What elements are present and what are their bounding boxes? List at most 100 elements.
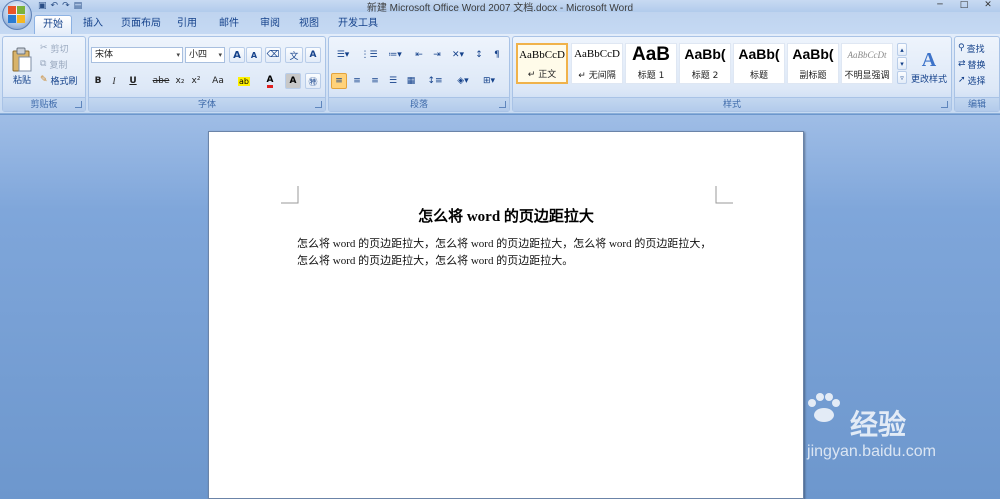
- tab-mailings[interactable]: 邮件: [214, 15, 244, 34]
- close-button[interactable]: ✕: [976, 0, 1000, 12]
- style-name: 副标题: [799, 71, 827, 81]
- clipboard-group: 粘贴 ✂ 剪切 ⧉ 复制 ✎ 格式刷 剪贴板: [2, 36, 86, 112]
- justify-icon: ☰: [388, 76, 398, 86]
- align-right-icon: ≡: [371, 76, 379, 86]
- bullets-icon: ☰▾: [336, 50, 350, 60]
- show-marks-button[interactable]: ¶: [489, 47, 505, 63]
- justify-button[interactable]: ☰: [385, 73, 401, 89]
- style-name: 标题 2: [691, 71, 719, 81]
- italic-icon: I: [112, 76, 116, 86]
- chinese-layout-icon: ✕▾: [451, 50, 465, 60]
- highlight-button[interactable]: ab: [233, 73, 255, 89]
- distributed-icon: ▦: [406, 76, 416, 86]
- bullets-button[interactable]: ☰▾: [331, 47, 355, 63]
- minimize-button[interactable]: ─: [928, 0, 952, 12]
- phonetic-guide-button[interactable]: 文: [285, 47, 303, 63]
- document-heading[interactable]: 怎么将 word 的页边距拉大: [209, 205, 803, 226]
- clear-formatting-button[interactable]: ⌫: [265, 47, 281, 63]
- align-right-button[interactable]: ≡: [367, 73, 383, 89]
- paragraph-dialog-launcher-icon[interactable]: [499, 101, 506, 108]
- subscript-button[interactable]: x₂: [173, 73, 187, 89]
- numbering-button[interactable]: ⋮☰: [357, 47, 381, 63]
- select-button[interactable]: ➚ 选择: [957, 73, 987, 87]
- character-border-button[interactable]: A: [305, 47, 321, 63]
- tab-review[interactable]: 审阅: [255, 15, 285, 34]
- tab-references[interactable]: 引用: [172, 15, 202, 34]
- style-subtitle[interactable]: AaBb( 副标题: [787, 43, 839, 84]
- chinese-layout-button[interactable]: ✕▾: [447, 47, 469, 63]
- more-icon: ▿: [900, 73, 904, 82]
- enclose-characters-icon: ㊕: [308, 77, 318, 88]
- style-sample: AaBb(: [792, 46, 834, 62]
- document-page[interactable]: 怎么将 word 的页边距拉大 怎么将 word 的页边距拉大，怎么将 word…: [208, 131, 804, 499]
- chevron-up-icon: ▴: [900, 45, 904, 54]
- distributed-button[interactable]: ▦: [403, 73, 419, 89]
- gallery-scroll-up-button[interactable]: ▴: [897, 43, 907, 56]
- underline-button[interactable]: U: [123, 73, 143, 89]
- style-sample: AaBbCcD: [574, 48, 620, 60]
- cut-button[interactable]: ✂ 剪切: [39, 41, 70, 55]
- replace-button[interactable]: ⇄ 替换: [957, 57, 987, 71]
- find-button[interactable]: ⚲ 查找: [957, 41, 986, 55]
- decrease-indent-icon: ⇤: [415, 50, 423, 60]
- character-shading-button[interactable]: A: [285, 73, 301, 89]
- grow-font-button[interactable]: A: [229, 47, 245, 63]
- shading-button[interactable]: ◈▾: [451, 73, 475, 89]
- font-size-select[interactable]: 小四 ▾: [185, 47, 225, 63]
- watermark-brand-suffix: 经验: [850, 409, 907, 440]
- editing-group: ⚲ 查找 ⇄ 替换 ➚ 选择 编辑: [954, 36, 1000, 112]
- italic-button[interactable]: I: [107, 73, 121, 89]
- change-styles-label: 更改样式: [910, 75, 947, 85]
- tab-home[interactable]: 开始: [34, 15, 72, 34]
- styles-dialog-launcher-icon[interactable]: [941, 101, 948, 108]
- shrink-font-button[interactable]: A: [246, 47, 262, 63]
- font-name-select[interactable]: 宋体 ▾: [91, 47, 183, 63]
- format-painter-button[interactable]: ✎ 格式刷: [39, 73, 79, 87]
- ribbon-tabs: 开始 插入 页面布局 引用 邮件 审阅 视图 开发工具: [0, 12, 1000, 34]
- font-dialog-launcher-icon[interactable]: [315, 101, 322, 108]
- bold-button[interactable]: B: [91, 73, 105, 89]
- tab-developer[interactable]: 开发工具: [334, 15, 382, 34]
- superscript-button[interactable]: x²: [189, 73, 203, 89]
- change-case-button[interactable]: Aa: [207, 73, 229, 89]
- editing-group-label: 编辑: [955, 97, 999, 111]
- office-logo-icon: [8, 6, 26, 24]
- change-styles-button[interactable]: A 更改样式: [909, 41, 949, 93]
- align-left-button[interactable]: ≡: [331, 73, 347, 89]
- align-center-button[interactable]: ≡: [349, 73, 365, 89]
- copy-button[interactable]: ⧉ 复制: [39, 57, 68, 71]
- multilevel-list-button[interactable]: ≔▾: [383, 47, 407, 63]
- gallery-scroll-down-button[interactable]: ▾: [897, 57, 907, 70]
- style-sample: AaBbCcD: [519, 49, 565, 61]
- enclose-characters-button[interactable]: ㊕: [305, 73, 321, 89]
- sort-button[interactable]: ↕: [471, 47, 487, 63]
- style-title[interactable]: AaBb( 标题: [733, 43, 785, 84]
- multilevel-list-icon: ≔▾: [388, 50, 402, 60]
- font-color-button[interactable]: A: [259, 73, 281, 89]
- strikethrough-icon: abe: [152, 76, 170, 86]
- paste-button[interactable]: 粘贴: [7, 41, 37, 91]
- office-button[interactable]: [2, 0, 32, 30]
- style-no-spacing[interactable]: AaBbCcD ↵ 无间隔: [571, 43, 623, 84]
- style-normal[interactable]: AaBbCcD ↵ 正文: [516, 43, 568, 84]
- align-center-icon: ≡: [353, 76, 361, 86]
- style-heading-1[interactable]: AaB 标题 1: [625, 43, 677, 84]
- decrease-indent-button[interactable]: ⇤: [411, 47, 427, 63]
- tab-page-layout[interactable]: 页面布局: [118, 15, 164, 34]
- margin-corner-marker: [281, 186, 299, 204]
- style-heading-2[interactable]: AaBb( 标题 2: [679, 43, 731, 84]
- line-spacing-button[interactable]: ↕≡: [423, 73, 447, 89]
- tab-view[interactable]: 视图: [294, 15, 324, 34]
- style-subtle-emphasis[interactable]: AaBbCcDt 不明显强调: [841, 43, 893, 84]
- binoculars-icon: ⚲: [958, 43, 965, 53]
- increase-indent-button[interactable]: ⇥: [429, 47, 445, 63]
- clipboard-dialog-launcher-icon[interactable]: [75, 101, 82, 108]
- borders-button[interactable]: ⊞▾: [477, 73, 501, 89]
- strikethrough-button[interactable]: abe: [151, 73, 171, 89]
- clipboard-group-label: 剪贴板: [3, 97, 85, 111]
- tab-insert[interactable]: 插入: [78, 15, 108, 34]
- document-body-text[interactable]: 怎么将 word 的页边距拉大，怎么将 word 的页边距拉大，怎么将 word…: [297, 236, 717, 270]
- gallery-more-button[interactable]: ▿: [897, 71, 907, 84]
- format-painter-label: 格式刷: [50, 76, 78, 87]
- maximize-button[interactable]: □: [952, 0, 976, 12]
